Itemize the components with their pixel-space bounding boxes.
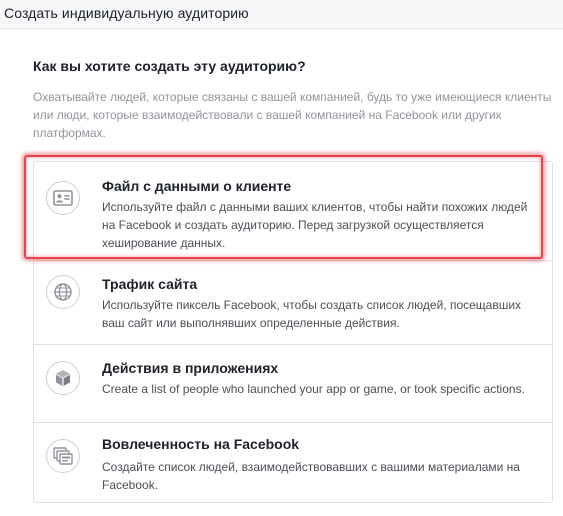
- audience-options-list: Файл с данными о клиенте Используйте фай…: [33, 161, 553, 503]
- question-description: Охватывайте людей, которые связаны с ваш…: [33, 90, 552, 140]
- option-app-activity[interactable]: Действия в приложениях Create a list of …: [34, 345, 552, 423]
- dialog-title: Создать индивидуальную аудиторию: [4, 5, 249, 21]
- option-description: Используйте файл с данными ваших клиенто…: [102, 200, 528, 250]
- option-title: Действия в приложениях: [102, 360, 279, 376]
- option-description: Используйте пиксель Facebook, чтобы созд…: [102, 298, 522, 330]
- contact-card-icon: [46, 181, 80, 215]
- cube-icon: [46, 361, 80, 395]
- globe-icon: [46, 275, 80, 309]
- stacked-cards-icon: [46, 439, 80, 473]
- question-heading: Как вы хотите создать эту аудиторию?: [33, 58, 306, 74]
- option-title: Трафик сайта: [102, 276, 198, 292]
- option-customer-file[interactable]: Файл с данными о клиенте Используйте фай…: [34, 162, 552, 261]
- option-title: Вовлеченность на Facebook: [102, 436, 300, 452]
- option-website-traffic[interactable]: Трафик сайта Используйте пиксель Faceboo…: [34, 261, 552, 345]
- option-description: Создайте список людей, взаимодействовавш…: [102, 460, 520, 492]
- dialog-header: Создать индивидуальную аудиторию: [0, 0, 563, 29]
- option-facebook-engagement[interactable]: Вовлеченность на Facebook Создайте списо…: [34, 423, 552, 502]
- option-title: Файл с данными о клиенте: [102, 178, 292, 194]
- option-description: Create a list of people who launched you…: [102, 382, 525, 396]
